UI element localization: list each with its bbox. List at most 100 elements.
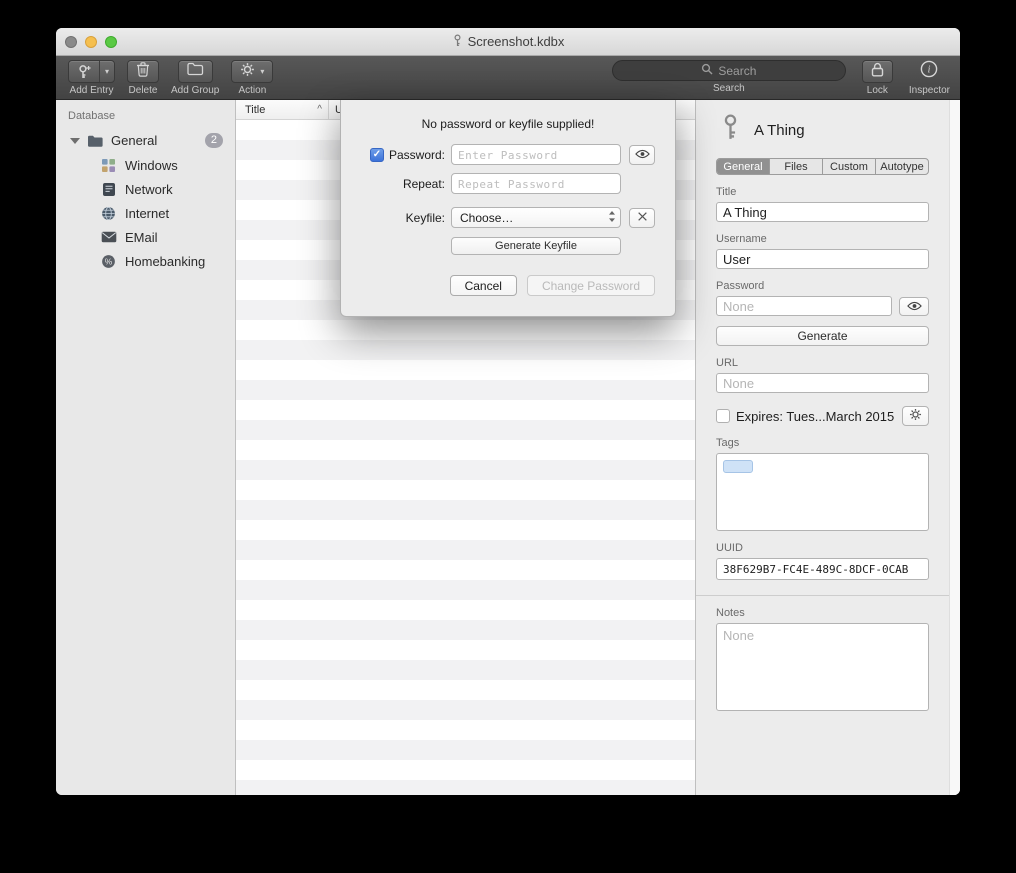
generate-keyfile-button[interactable]: Generate Keyfile <box>451 237 621 255</box>
add-entry-button[interactable]: ▾ <box>68 60 115 83</box>
disclosure-triangle-icon[interactable] <box>70 138 80 144</box>
toolbar-item-add-group: Add Group <box>171 60 219 96</box>
add-entry-label: Add Entry <box>70 85 114 96</box>
dialog-password-input[interactable] <box>451 144 621 165</box>
dialog-repeat-row: Repeat: <box>341 173 675 194</box>
tag-chip[interactable] <box>723 460 753 473</box>
key-plus-icon <box>69 61 99 82</box>
expires-row: Expires: Tues...March 2015 <box>716 406 929 426</box>
dialog-repeat-input[interactable] <box>451 173 621 194</box>
uuid-label: UUID <box>716 542 929 554</box>
lock-button[interactable] <box>862 60 893 83</box>
dialog-repeat-label: Repeat: <box>403 177 445 191</box>
sidebar-item-email[interactable]: EMail <box>56 225 235 249</box>
url-field[interactable] <box>716 373 929 393</box>
generate-password-button[interactable]: Generate <box>716 326 929 346</box>
sidebar-item-label: General <box>111 133 157 148</box>
dialog-generate-row: Generate Keyfile <box>341 236 675 255</box>
zoom-button[interactable] <box>105 36 117 48</box>
dialog-message: No password or keyfile supplied! <box>341 117 675 131</box>
inspector-scrollbar[interactable] <box>949 100 960 795</box>
sidebar-item-network[interactable]: Network <box>56 177 235 201</box>
toolbar-item-action: ▾ Action <box>231 60 273 96</box>
dialog-keyfile-row: Keyfile: Choose… <box>341 207 675 228</box>
expires-label: Expires: Tues...March 2015 <box>736 409 894 424</box>
dialog-keyfile-label: Keyfile: <box>406 211 445 225</box>
window-title: Screenshot.kdbx <box>468 34 565 49</box>
password-row <box>716 296 929 316</box>
info-icon: i <box>920 60 938 83</box>
password-label: Password <box>716 280 929 292</box>
main-content: Database General 2 Windows Network <box>56 100 960 795</box>
chevron-down-icon: ▾ <box>260 67 264 76</box>
clear-keyfile-button[interactable] <box>629 208 655 228</box>
sidebar-item-label: EMail <box>125 230 158 245</box>
eye-icon <box>635 147 650 162</box>
toolbar-item-lock: Lock <box>862 60 893 96</box>
dialog-buttons: Cancel Change Password <box>341 275 675 296</box>
envelope-icon <box>100 231 117 243</box>
tab-files[interactable]: Files <box>770 159 823 174</box>
inspector-label: Inspector <box>909 85 950 96</box>
toolbar-right-group: Search Search Lock i Inspector <box>612 60 950 96</box>
add-group-label: Add Group <box>171 85 219 96</box>
entry-title: A Thing <box>754 122 805 139</box>
toolbar-item-delete: Delete <box>127 60 159 96</box>
change-password-button[interactable]: Change Password <box>527 275 655 296</box>
tab-general[interactable]: General <box>717 159 770 174</box>
title-field[interactable] <box>716 202 929 222</box>
lock-icon <box>871 62 884 82</box>
tags-label: Tags <box>716 437 929 449</box>
column-title-label: Title <box>245 104 265 116</box>
svg-text:i: i <box>928 65 931 76</box>
folder-plus-icon <box>187 62 204 81</box>
reveal-password-button[interactable] <box>899 297 929 316</box>
delete-button[interactable] <box>127 60 159 83</box>
traffic-lights <box>65 36 117 48</box>
divider <box>696 595 960 596</box>
eye-icon <box>907 299 922 314</box>
uuid-field[interactable] <box>716 558 929 580</box>
search-label: Search <box>713 83 745 94</box>
sidebar-item-internet[interactable]: Internet <box>56 201 235 225</box>
expires-settings-button[interactable] <box>902 406 929 426</box>
sidebar-item-general[interactable]: General 2 <box>56 128 235 153</box>
grid-icon <box>100 158 117 173</box>
inspector-button[interactable]: i <box>916 60 942 83</box>
keyfile-popup-button[interactable]: Choose… <box>451 207 621 228</box>
inspector-tabs: General Files Custom Autotype <box>716 158 929 175</box>
dialog-password-label: Password: <box>389 148 445 162</box>
toolbar-item-inspector: i Inspector <box>909 60 950 96</box>
toolbar-item-search: Search Search <box>612 60 846 94</box>
tab-autotype[interactable]: Autotype <box>876 159 928 174</box>
tab-custom[interactable]: Custom <box>823 159 876 174</box>
sidebar-item-windows[interactable]: Windows <box>56 153 235 177</box>
add-group-button[interactable] <box>178 60 213 83</box>
search-input[interactable]: Search <box>612 60 846 81</box>
sort-ascending-icon: ^ <box>317 104 322 115</box>
minimize-button[interactable] <box>85 36 97 48</box>
app-window: Screenshot.kdbx ▾ Add Entry Delete <box>56 28 960 795</box>
action-button[interactable]: ▾ <box>231 60 273 83</box>
svg-text:%: % <box>105 256 113 266</box>
trash-icon <box>136 61 150 82</box>
password-field[interactable] <box>716 296 892 316</box>
search-placeholder: Search <box>718 64 756 78</box>
toolbar: ▾ Add Entry Delete Add Group <box>56 56 960 100</box>
title-label: Title <box>716 186 929 198</box>
dialog-reveal-password-button[interactable] <box>629 145 655 165</box>
close-button[interactable] <box>65 36 77 48</box>
expires-checkbox[interactable] <box>716 409 730 423</box>
sidebar-item-label: Homebanking <box>125 254 205 269</box>
column-header-title[interactable]: Title ^ <box>236 100 329 119</box>
chevron-down-icon[interactable]: ▾ <box>99 61 114 82</box>
tags-box[interactable] <box>716 453 929 531</box>
cancel-button[interactable]: Cancel <box>450 275 517 296</box>
password-checkbox[interactable]: ✓ <box>370 148 384 162</box>
sidebar-item-homebanking[interactable]: % Homebanking <box>56 249 235 273</box>
count-badge: 2 <box>205 133 223 148</box>
notes-field[interactable] <box>716 623 929 711</box>
close-x-icon <box>637 210 648 225</box>
notes-label: Notes <box>716 607 929 619</box>
username-field[interactable] <box>716 249 929 269</box>
